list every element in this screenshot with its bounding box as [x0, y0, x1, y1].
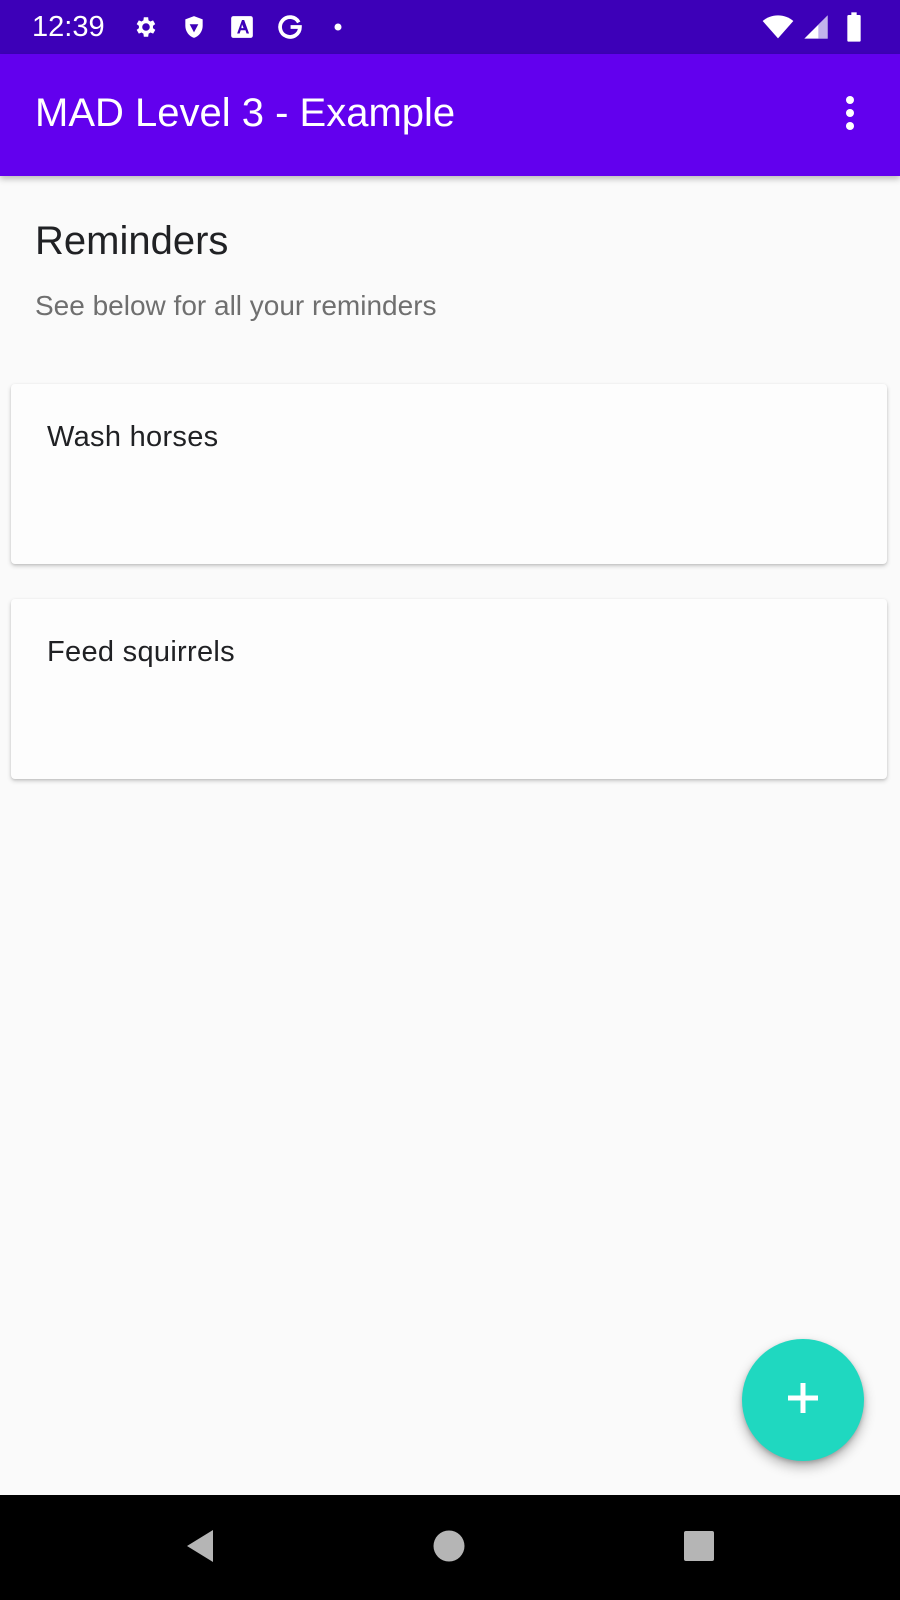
notification-icons [130, 11, 370, 43]
home-icon [432, 1529, 466, 1568]
gear-icon [130, 11, 162, 43]
app-bar: MAD Level 3 - Example [0, 54, 900, 176]
add-reminder-button[interactable] [742, 1339, 864, 1461]
status-time: 12:39 [32, 11, 105, 43]
plus-icon [786, 1381, 820, 1420]
back-button[interactable] [167, 1515, 233, 1581]
system-icons [756, 11, 870, 43]
battery-icon [838, 11, 870, 43]
main-content: Reminders See below for all your reminde… [0, 176, 900, 1495]
page-title: Reminders [35, 219, 229, 263]
status-bar: 12:39 [0, 0, 900, 54]
dot-icon [322, 11, 354, 43]
back-icon [183, 1528, 217, 1569]
reminder-card[interactable]: Wash horses [11, 384, 887, 564]
navigation-bar [0, 1495, 900, 1600]
shield-icon [178, 11, 210, 43]
reminder-card[interactable]: Feed squirrels [11, 599, 887, 779]
home-button[interactable] [416, 1515, 482, 1581]
reminder-text: Feed squirrels [47, 636, 235, 668]
overflow-menu-button[interactable] [822, 87, 878, 143]
page-subtitle: See below for all your reminders [35, 290, 437, 321]
google-g-icon [274, 11, 306, 43]
app-title: MAD Level 3 - Example [35, 91, 456, 135]
recents-icon [683, 1530, 715, 1567]
signal-icon [800, 11, 832, 43]
more-vert-icon [844, 95, 856, 136]
wifi-icon [762, 11, 794, 43]
recents-button[interactable] [666, 1515, 732, 1581]
font-a-icon [226, 11, 258, 43]
reminder-text: Wash horses [47, 421, 219, 453]
